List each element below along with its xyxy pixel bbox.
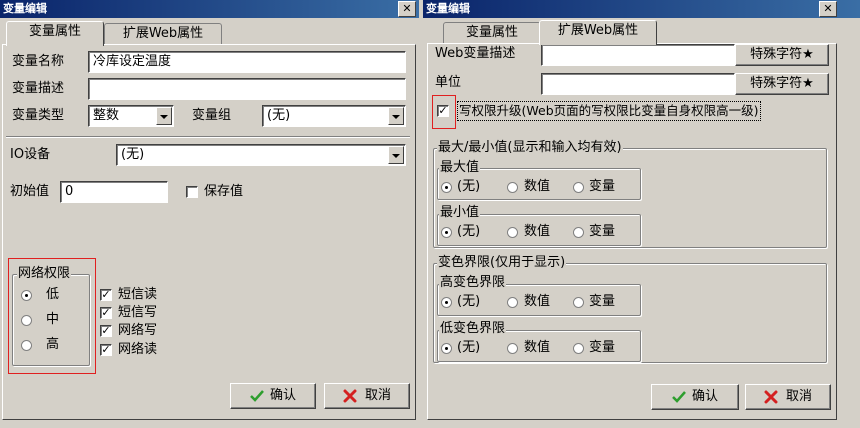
web-desc-input[interactable] xyxy=(541,44,735,66)
min-none-label: (无) xyxy=(457,224,481,239)
min-none-radio[interactable] xyxy=(441,227,452,238)
high-var-radio[interactable] xyxy=(573,297,584,308)
high-var-label: 变量 xyxy=(589,294,616,309)
minmax-title: 最大/最小值(显示和输入均有效) xyxy=(437,140,623,156)
max-var-radio[interactable] xyxy=(573,182,584,193)
chevron-down-icon[interactable] xyxy=(388,146,404,164)
net-read-label: 网络读 xyxy=(118,342,158,357)
close-icon xyxy=(764,390,778,403)
title-bar: 变量编辑 xyxy=(423,0,860,18)
net-write-checkbox[interactable]: ✓ xyxy=(100,325,112,337)
tab-extended-web-properties[interactable]: 扩展Web属性 xyxy=(104,23,222,45)
low-var-label: 变量 xyxy=(589,340,616,355)
max-none-radio[interactable] xyxy=(441,182,452,193)
cancel-button[interactable]: 取消 xyxy=(745,384,831,410)
cancel-label: 取消 xyxy=(364,388,391,403)
highlight-box xyxy=(8,258,96,374)
high-none-radio[interactable] xyxy=(441,297,452,308)
high-limit-title: 高变色界限 xyxy=(439,275,507,291)
special-char-button[interactable]: 特殊字符★ xyxy=(735,73,829,95)
sms-write-checkbox[interactable]: ✓ xyxy=(100,307,112,319)
sms-read-checkbox[interactable]: ✓ xyxy=(100,289,112,301)
close-button[interactable]: ✕ xyxy=(398,1,416,17)
net-write-label: 网络写 xyxy=(118,323,158,338)
cancel-label: 取消 xyxy=(785,389,812,404)
highlight-box xyxy=(432,95,456,129)
min-value-label: 数值 xyxy=(524,224,551,239)
low-none-label: (无) xyxy=(457,340,481,355)
color-limit-title: 变色界限(仅用于显示) xyxy=(437,255,567,271)
right-dialog: 变量编辑 ✕ 变量属性 扩展Web属性 Web变量描述 特殊字符★ 单位 特殊字… xyxy=(423,0,860,428)
max-title: 最大值 xyxy=(439,160,481,176)
min-var-radio[interactable] xyxy=(573,227,584,238)
var-desc-input[interactable] xyxy=(88,78,406,100)
tab-variable-properties[interactable]: 变量属性 xyxy=(6,21,104,46)
io-device-label: IO设备 xyxy=(10,147,51,162)
high-none-label: (无) xyxy=(457,294,481,309)
var-group-label: 变量组 xyxy=(192,108,232,123)
chevron-down-icon[interactable] xyxy=(156,107,172,125)
var-desc-label: 变量描述 xyxy=(12,81,65,96)
var-name-label: 变量名称 xyxy=(12,54,65,69)
ok-button[interactable]: 确认 xyxy=(651,384,739,410)
save-value-label: 保存值 xyxy=(204,184,244,199)
var-group-value: (无) xyxy=(267,108,291,123)
check-icon xyxy=(250,389,264,402)
max-none-label: (无) xyxy=(457,179,481,194)
sms-write-label: 短信写 xyxy=(118,305,158,320)
var-type-value: 整数 xyxy=(93,108,120,123)
title-bar: 变量编辑 xyxy=(0,0,419,18)
max-value-radio[interactable] xyxy=(507,182,518,193)
window-title: 变量编辑 xyxy=(3,2,47,15)
net-read-checkbox[interactable]: ✓ xyxy=(100,344,112,356)
write-upgrade-label: 写权限升级(Web页面的写权限比变量自身权限高一级) xyxy=(457,101,761,121)
separator xyxy=(6,136,410,138)
unit-label: 单位 xyxy=(435,75,462,90)
var-group-select[interactable]: (无) xyxy=(262,105,406,127)
min-value-radio[interactable] xyxy=(507,227,518,238)
max-value-label: 数值 xyxy=(524,179,551,194)
save-value-checkbox[interactable] xyxy=(186,186,198,198)
cancel-button[interactable]: 取消 xyxy=(324,383,410,409)
ok-button[interactable]: 确认 xyxy=(230,383,316,409)
window-title: 变量编辑 xyxy=(426,2,470,15)
var-name-input[interactable]: 冷库设定温度 xyxy=(88,51,406,73)
tab-variable-properties[interactable]: 变量属性 xyxy=(443,22,541,44)
tab-extended-web-properties[interactable]: 扩展Web属性 xyxy=(539,20,657,45)
min-title: 最小值 xyxy=(439,205,481,221)
left-dialog: 变量编辑 ✕ 变量属性 扩展Web属性 变量名称 冷库设定温度 变量描述 变量类… xyxy=(0,0,419,428)
low-none-radio[interactable] xyxy=(441,343,452,354)
min-var-label: 变量 xyxy=(589,224,616,239)
var-type-select[interactable]: 整数 xyxy=(88,105,174,127)
max-var-label: 变量 xyxy=(589,179,616,194)
low-limit-title: 低变色界限 xyxy=(439,321,507,337)
io-device-value: (无) xyxy=(121,147,145,162)
sms-read-label: 短信读 xyxy=(118,287,158,302)
init-value-label: 初始值 xyxy=(10,184,50,199)
ok-label: 确认 xyxy=(269,388,296,403)
web-desc-label: Web变量描述 xyxy=(435,46,516,61)
var-type-label: 变量类型 xyxy=(12,108,65,123)
ok-label: 确认 xyxy=(691,389,718,404)
low-value-label: 数值 xyxy=(524,340,551,355)
high-value-label: 数值 xyxy=(524,294,551,309)
close-icon xyxy=(343,389,357,402)
low-value-radio[interactable] xyxy=(507,343,518,354)
chevron-down-icon[interactable] xyxy=(388,107,404,125)
high-value-radio[interactable] xyxy=(507,297,518,308)
io-device-select[interactable]: (无) xyxy=(116,144,406,166)
check-icon xyxy=(672,390,686,403)
special-char-button[interactable]: 特殊字符★ xyxy=(735,44,829,66)
close-button[interactable]: ✕ xyxy=(819,1,837,17)
unit-input[interactable] xyxy=(541,73,735,95)
init-value-input[interactable]: 0 xyxy=(60,181,168,203)
low-var-radio[interactable] xyxy=(573,343,584,354)
